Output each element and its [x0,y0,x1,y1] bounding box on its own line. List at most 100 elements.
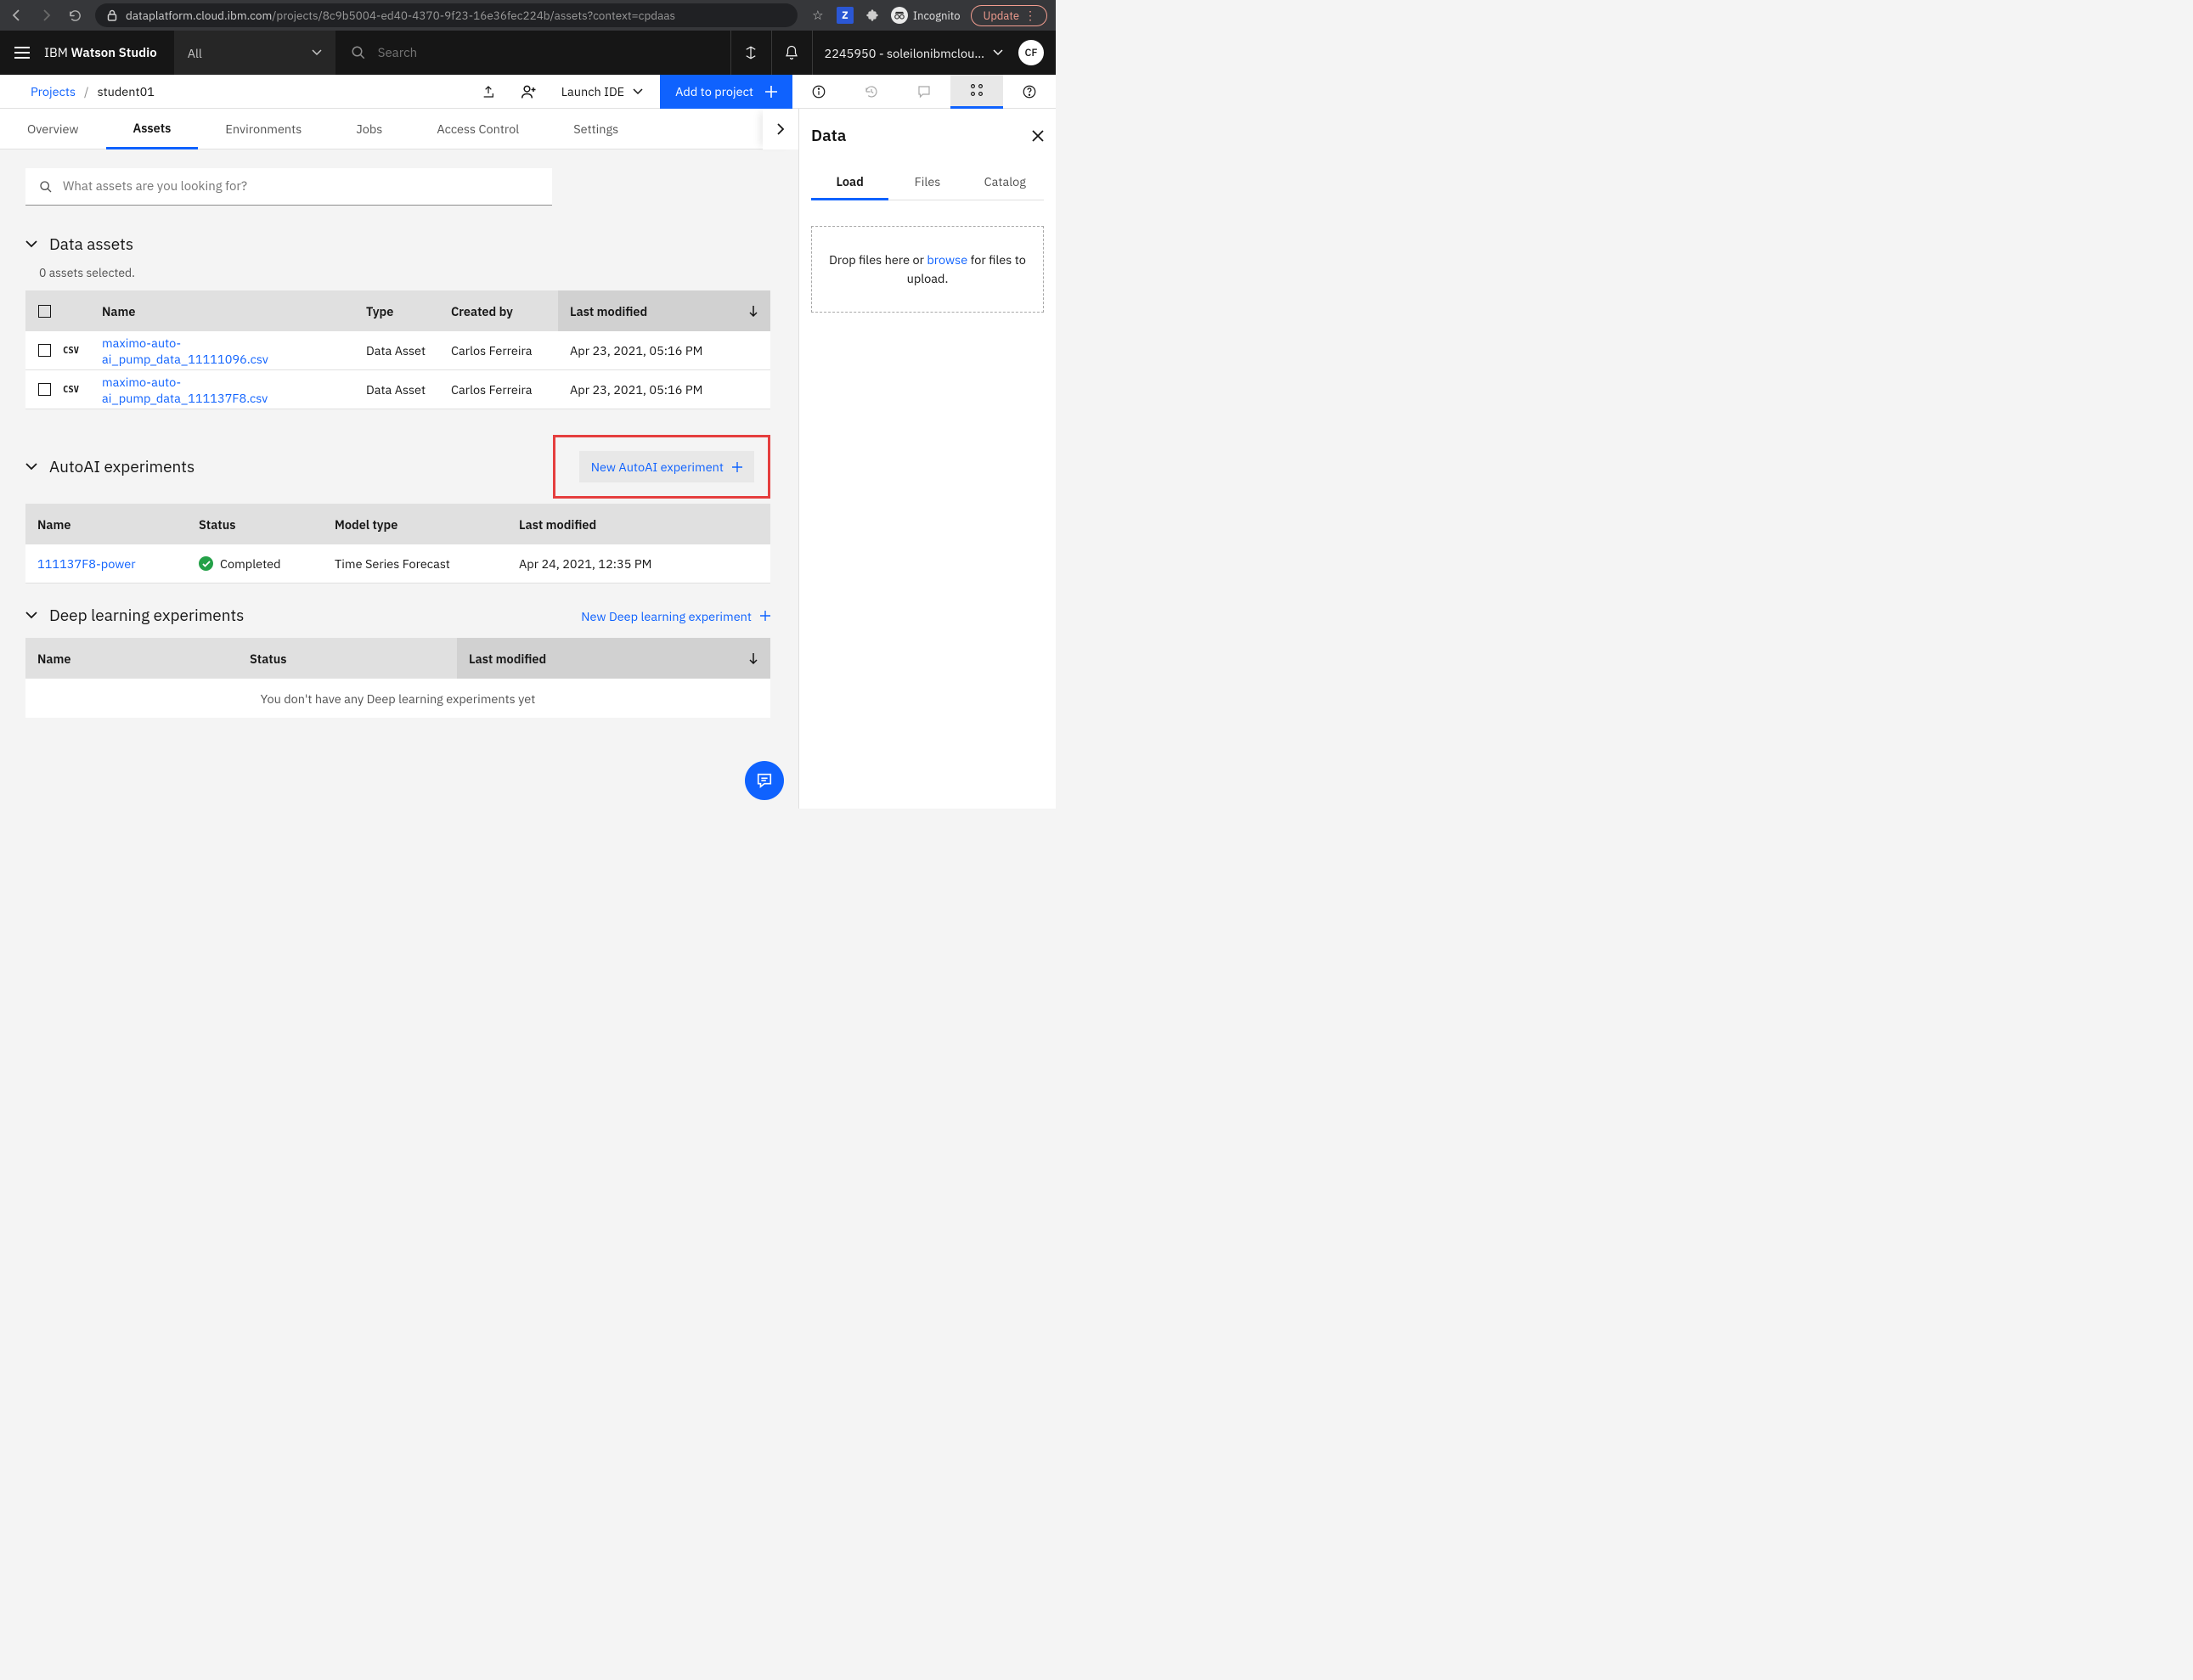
col-status[interactable]: Status [238,638,457,679]
sub-header: Projects / student01 Launch IDE Add to p… [0,75,1056,109]
section-deep-learning[interactable]: Deep learning experiments [25,606,244,626]
chevron-down-icon [312,49,322,56]
selection-note: 0 assets selected. [39,265,773,280]
table-row: CSV maximo-auto-ai_pump_data_11111096.cs… [25,331,770,370]
col-modified[interactable]: Last modified [507,504,770,544]
close-button[interactable] [1032,130,1044,142]
star-icon[interactable]: ☆ [809,7,826,24]
asset-search[interactable] [25,168,552,206]
info-icon [811,84,826,99]
brand[interactable]: IBM Watson Studio [44,45,174,61]
browse-link[interactable]: browse [927,251,967,268]
new-autoai-button[interactable]: New AutoAI experiment [579,451,754,482]
side-tab-catalog[interactable]: Catalog [967,165,1044,200]
side-tab-load[interactable]: Load [811,165,888,200]
add-collaborator-button[interactable] [509,84,550,99]
scope-dropdown[interactable]: All [174,31,335,75]
section-autoai[interactable]: AutoAI experiments [25,457,194,477]
history-icon [864,84,879,99]
col-model[interactable]: Model type [323,504,507,544]
comment-icon [916,84,932,99]
address-bar[interactable]: dataplatform.cloud.ibm.com/projects/8c9b… [95,3,798,27]
tab-overview[interactable]: Overview [0,109,106,149]
data-panel-button[interactable] [950,75,1003,109]
history-button[interactable] [845,75,898,109]
plus-icon [732,462,742,472]
new-deep-learning-button[interactable]: New Deep learning experiment [581,608,770,624]
tab-assets[interactable]: Assets [106,109,199,149]
col-type[interactable]: Type [354,290,439,331]
side-tabs: Load Files Catalog [811,165,1044,200]
comment-button[interactable] [898,75,950,109]
csv-icon: CSV [63,331,90,369]
col-name[interactable]: Name [25,638,238,679]
data-panel-icon [969,82,984,98]
chevron-down-icon [633,88,643,95]
col-created[interactable]: Created by [439,290,558,331]
deep-learning-table: Name Status Last modified You don't have… [25,638,770,718]
url-path: /projects/8c9b5004-ed40-4370-9f23-16e36f… [272,8,675,23]
breadcrumb: Projects / student01 [0,83,468,99]
tab-scroll-right[interactable] [763,109,798,149]
tab-environments[interactable]: Environments [198,109,329,149]
col-status[interactable]: Status [187,504,323,544]
add-to-project-button[interactable]: Add to project [660,75,792,109]
chevron-down-icon [25,240,37,249]
export-icon [482,84,495,99]
breadcrumb-current: student01 [98,83,155,99]
incognito-icon [891,7,908,24]
chevron-down-icon [25,463,37,471]
side-tab-files[interactable]: Files [888,165,966,200]
side-panel-title: Data [811,126,846,146]
forward-button[interactable] [37,7,54,24]
breadcrumb-projects[interactable]: Projects [31,83,76,99]
chat-fab[interactable] [745,761,784,800]
global-search-input[interactable] [378,45,715,61]
extensions-icon[interactable] [864,7,881,24]
kebab-icon: ⋮ [1024,9,1036,21]
launch-ide-dropdown[interactable]: Launch IDE [550,83,660,99]
experiment-link[interactable]: 111137F8-power [37,555,136,572]
asset-search-input[interactable] [63,178,538,194]
checkbox[interactable] [38,344,51,357]
col-name[interactable]: Name [25,504,187,544]
highlight-box: New AutoAI experiment [553,435,770,499]
global-search[interactable] [335,31,730,75]
chat-icon [755,772,774,789]
update-button[interactable]: Update⋮ [971,5,1047,26]
reload-button[interactable] [66,7,83,24]
extension-z-icon[interactable]: Z [837,7,854,24]
lock-icon [107,9,117,21]
col-name[interactable]: Name [90,290,354,331]
user-plus-icon [521,84,538,99]
data-assets-table: Name Type Created by Last modified CSV m… [25,290,770,409]
autoai-table: Name Status Model type Last modified 111… [25,504,770,583]
notifications-button[interactable] [771,31,812,75]
info-button[interactable] [792,75,845,109]
url-host: dataplatform.cloud.ibm.com [126,8,272,23]
side-panel: Data Load Files Catalog Drop files here … [798,109,1056,809]
data-icon-button[interactable] [730,31,771,75]
export-button[interactable] [468,84,509,99]
tab-access-control[interactable]: Access Control [409,109,546,149]
plus-icon [765,86,777,98]
asset-link[interactable]: maximo-auto-ai_pump_data_111137F8.csv [102,374,342,406]
drop-zone[interactable]: Drop files here or browse for files to u… [811,226,1044,313]
checkbox-all[interactable] [38,305,51,318]
browser-chrome: dataplatform.cloud.ibm.com/projects/8c9b… [0,0,1056,31]
col-modified[interactable]: Last modified [457,638,770,679]
avatar[interactable]: CF [1018,40,1044,65]
account-dropdown[interactable]: 2245950 - soleilonibmclou… CF [812,31,1056,75]
checkbox[interactable] [38,383,51,396]
asset-link[interactable]: maximo-auto-ai_pump_data_11111096.csv [102,335,342,367]
back-button[interactable] [8,7,25,24]
tab-jobs[interactable]: Jobs [329,109,409,149]
menu-button[interactable] [0,31,44,75]
tab-settings[interactable]: Settings [546,109,645,149]
section-data-assets[interactable]: Data assets [25,234,773,255]
csv-icon: CSV [63,370,90,409]
help-button[interactable] [1003,75,1056,109]
bell-icon [784,44,799,61]
search-icon [351,45,366,60]
col-modified[interactable]: Last modified [558,290,770,331]
